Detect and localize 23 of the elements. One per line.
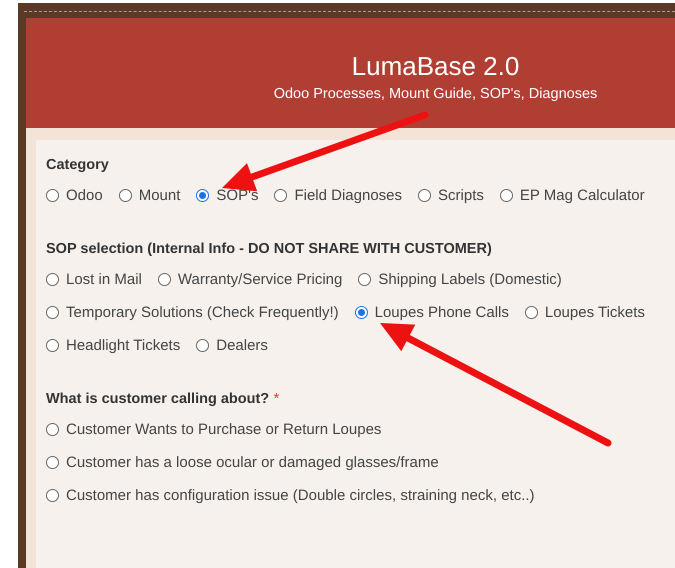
radio-option[interactable]: Warranty/Service Pricing [158,271,342,288]
radio-option[interactable]: SOP's [196,187,258,204]
radio-option[interactable]: Field Diagnoses [274,187,402,204]
radio-option[interactable]: Scripts [418,187,484,204]
radio-option[interactable]: Shipping Labels (Domestic) [358,271,562,288]
radio-option[interactable]: Mount [118,187,180,204]
radio-option[interactable]: Headlight Tickets [46,337,180,354]
radio-option[interactable]: Customer has configuration issue (Double circles, straining neck, etc..) [46,487,535,504]
question-label: SOP selection (Internal Info - DO NOT SHARE WITH CUSTOMER) [46,241,492,257]
radio-option[interactable]: Customer Wants to Purchase or Return Loupes [46,421,382,438]
radio-option[interactable]: Loupes Tickets [524,304,645,321]
radio-option[interactable]: Odoo [46,187,103,204]
radio-option[interactable]: Loupes Phone Calls [354,304,509,321]
required-asterisk: * [274,391,280,407]
radio-option[interactable]: EP Mag Calculator [500,187,645,204]
app-title: LumaBase 2.0 [352,50,520,82]
radio-option[interactable]: Dealers [196,337,268,354]
question-label: What is customer calling about? [46,391,270,407]
radio-option[interactable]: Customer has a loose ocular or damaged glasses/frame [46,454,439,471]
radio-option[interactable]: Lost in Mail [46,271,142,288]
radio-option[interactable]: Temporary Solutions (Check Frequently!) [46,304,339,321]
app-subtitle: Odoo Processes, Mount Guide, SOP's, Diagnoses [274,86,598,102]
question-label: Category [46,157,109,173]
